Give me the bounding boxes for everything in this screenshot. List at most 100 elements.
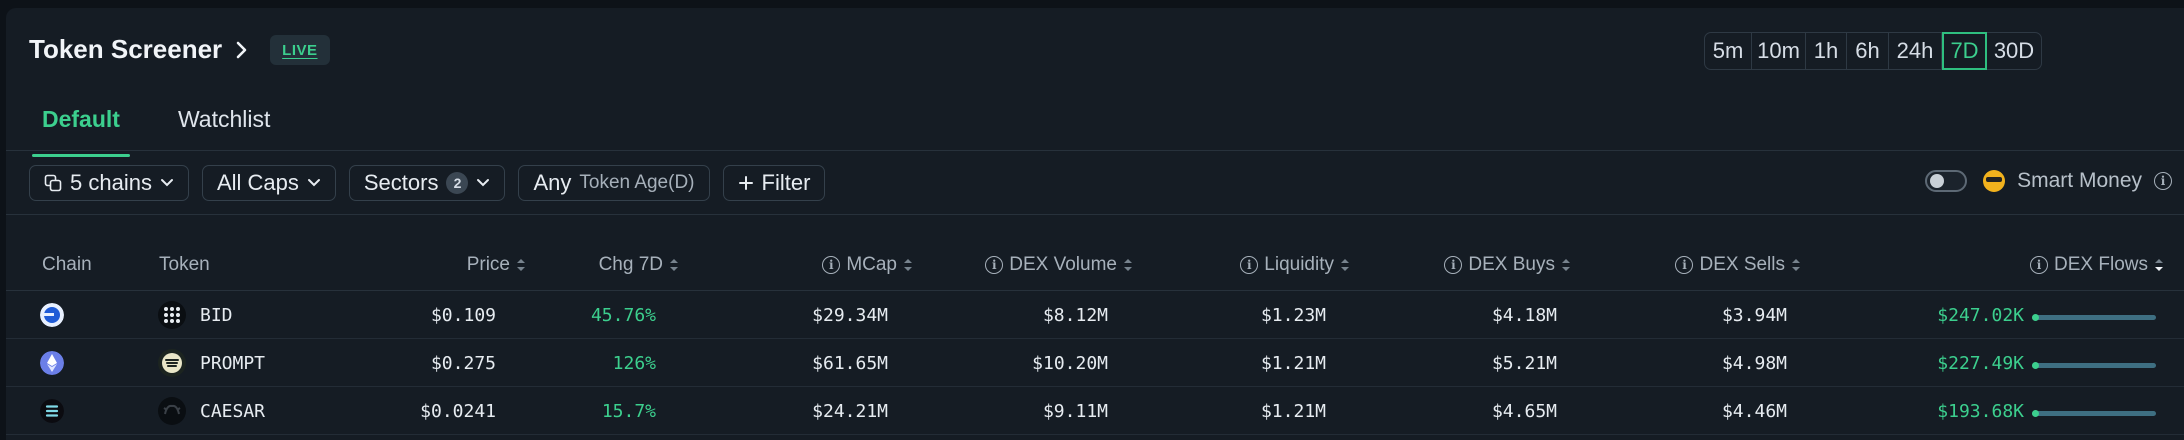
- dex-flows-bar: [2032, 362, 2156, 369]
- sort-icon: [1124, 259, 1132, 271]
- chains-filter-label: 5 chains: [70, 170, 152, 195]
- column-price[interactable]: Price: [467, 250, 526, 280]
- table-row[interactable]: CAESAR $0.0241 15.7% $24.21M $9.11M $1.2…: [6, 387, 2184, 435]
- mcap-cell: $29.34M: [812, 304, 888, 326]
- table-row[interactable]: BID $0.109 45.76% $29.34M $8.12M $1.23M …: [6, 291, 2184, 339]
- sort-desc-icon: [2155, 259, 2163, 271]
- chevron-right-icon[interactable]: [230, 39, 252, 61]
- column-dex-buys-label: DEX Buys: [1468, 254, 1555, 275]
- timeframe-30d[interactable]: 30D: [1987, 33, 2041, 69]
- info-icon[interactable]: i: [1675, 256, 1694, 274]
- dex-flows-cell: $247.02K: [1937, 304, 2024, 326]
- chg-cell: 15.7%: [601, 400, 656, 422]
- info-icon[interactable]: i: [2154, 172, 2172, 190]
- filters-divider: [6, 214, 2184, 215]
- flow-dot: [2032, 362, 2039, 369]
- timeframe-7d[interactable]: 7D: [1942, 32, 1987, 70]
- chevron-down-icon: [160, 179, 173, 187]
- dex-volume-cell: $8.12M: [1042, 304, 1108, 326]
- token-age-value: Any: [533, 170, 572, 195]
- sectors-count-badge: 2: [446, 172, 469, 194]
- dex-flows-cell: $193.68K: [1937, 400, 2024, 422]
- prompt-token-icon: [158, 349, 186, 377]
- column-chg-7d[interactable]: Chg 7D: [599, 250, 679, 280]
- info-icon[interactable]: i: [1240, 256, 1259, 274]
- token-cell: CAESAR: [158, 387, 265, 435]
- column-mcap[interactable]: i MCap: [822, 250, 913, 280]
- filter-bar: 5 chains All Caps Sectors 2 Any Token Ag…: [29, 165, 826, 201]
- sectors-filter-label: Sectors: [363, 170, 439, 195]
- sort-icon: [1792, 259, 1800, 271]
- dex-sells-cell: $4.46M: [1721, 400, 1787, 422]
- token-age-label: Token Age(D): [579, 172, 695, 193]
- liquidity-cell: $1.21M: [1260, 400, 1326, 422]
- timeframe-10m[interactable]: 10m: [1752, 33, 1806, 69]
- column-dex-sells[interactable]: i DEX Sells: [1675, 250, 1801, 280]
- sort-icon: [517, 259, 525, 271]
- sort-icon: [1341, 259, 1349, 271]
- page-title[interactable]: Token Screener: [29, 34, 222, 65]
- column-dex-flows[interactable]: i DEX Flows: [2030, 250, 2164, 280]
- screener-header[interactable]: Token Screener LIVE: [29, 34, 330, 65]
- dex-buys-cell: $4.65M: [1491, 400, 1557, 422]
- sunglasses-icon: [1983, 170, 2006, 192]
- dex-volume-cell: $9.11M: [1042, 400, 1108, 422]
- sort-icon: [904, 259, 912, 271]
- caesar-token-icon: [158, 397, 186, 425]
- tabs-divider: [6, 150, 2184, 151]
- chevron-down-icon: [307, 179, 320, 187]
- dex-volume-cell: $10.20M: [1032, 352, 1108, 374]
- column-price-label: Price: [466, 254, 510, 275]
- timeframe-5m[interactable]: 5m: [1705, 33, 1752, 69]
- info-icon[interactable]: i: [1444, 256, 1463, 274]
- dex-flows-bar: [2032, 410, 2156, 417]
- table-header: Chain Token Price Chg 7D i MCap i DEX Vo…: [6, 250, 2184, 294]
- chain-cell: [40, 339, 64, 387]
- timeframe-24h[interactable]: 24h: [1889, 33, 1942, 69]
- column-dex-volume-label: DEX Volume: [1009, 254, 1117, 275]
- chg-cell: 126%: [612, 352, 656, 374]
- liquidity-cell: $1.23M: [1260, 304, 1326, 326]
- column-liquidity[interactable]: i Liquidity: [1240, 250, 1350, 280]
- chain-cell: [40, 291, 64, 339]
- sectors-filter-button[interactable]: Sectors 2: [348, 165, 506, 201]
- info-icon[interactable]: i: [985, 256, 1004, 274]
- timeframe-1h[interactable]: 1h: [1806, 33, 1847, 69]
- smart-money-toggle[interactable]: [1925, 170, 1968, 192]
- caps-filter-label: All Caps: [216, 170, 299, 195]
- info-icon[interactable]: i: [2030, 256, 2049, 274]
- dex-flows-bar: [2032, 314, 2156, 321]
- token-symbol[interactable]: BID: [200, 305, 233, 326]
- column-token: Token: [159, 254, 210, 275]
- token-symbol[interactable]: PROMPT: [200, 353, 265, 374]
- add-filter-label: Filter: [761, 170, 811, 195]
- caps-filter-button[interactable]: All Caps: [201, 165, 336, 201]
- timeframe-6h[interactable]: 6h: [1847, 33, 1889, 69]
- add-filter-button[interactable]: Filter: [722, 165, 826, 201]
- column-dex-flows-label: DEX Flows: [2054, 254, 2148, 275]
- chains-filter-button[interactable]: 5 chains: [29, 165, 189, 201]
- table-row[interactable]: PROMPT $0.275 126% $61.65M $10.20M $1.21…: [6, 339, 2184, 387]
- price-cell: $0.275: [430, 352, 496, 374]
- column-dex-buys[interactable]: i DEX Buys: [1444, 250, 1571, 280]
- dex-buys-cell: $4.18M: [1491, 304, 1557, 326]
- column-dex-volume[interactable]: i DEX Volume: [985, 250, 1133, 280]
- dex-flows-cell: $227.49K: [1937, 352, 2024, 374]
- chain-cell: [40, 387, 64, 435]
- column-mcap-label: MCap: [846, 254, 897, 275]
- token-cell: BID: [158, 291, 233, 339]
- info-icon[interactable]: i: [822, 256, 841, 274]
- mcap-cell: $61.65M: [812, 352, 888, 374]
- token-screener-panel: Token Screener LIVE 5m 10m 1h 6h 24h 7D …: [6, 8, 2184, 440]
- dex-buys-cell: $5.21M: [1491, 352, 1557, 374]
- base-chain-icon: [40, 303, 64, 327]
- plus-icon: [738, 176, 753, 190]
- token-symbol[interactable]: CAESAR: [200, 401, 265, 422]
- live-badge: LIVE: [270, 34, 330, 65]
- dex-sells-cell: $4.98M: [1721, 352, 1787, 374]
- smart-money-label: Smart Money: [2017, 169, 2142, 192]
- sort-icon: [1562, 259, 1570, 271]
- chg-cell: 45.76%: [590, 304, 656, 326]
- token-age-filter-button[interactable]: Any Token Age(D): [518, 165, 710, 201]
- column-dex-sells-label: DEX Sells: [1699, 254, 1785, 275]
